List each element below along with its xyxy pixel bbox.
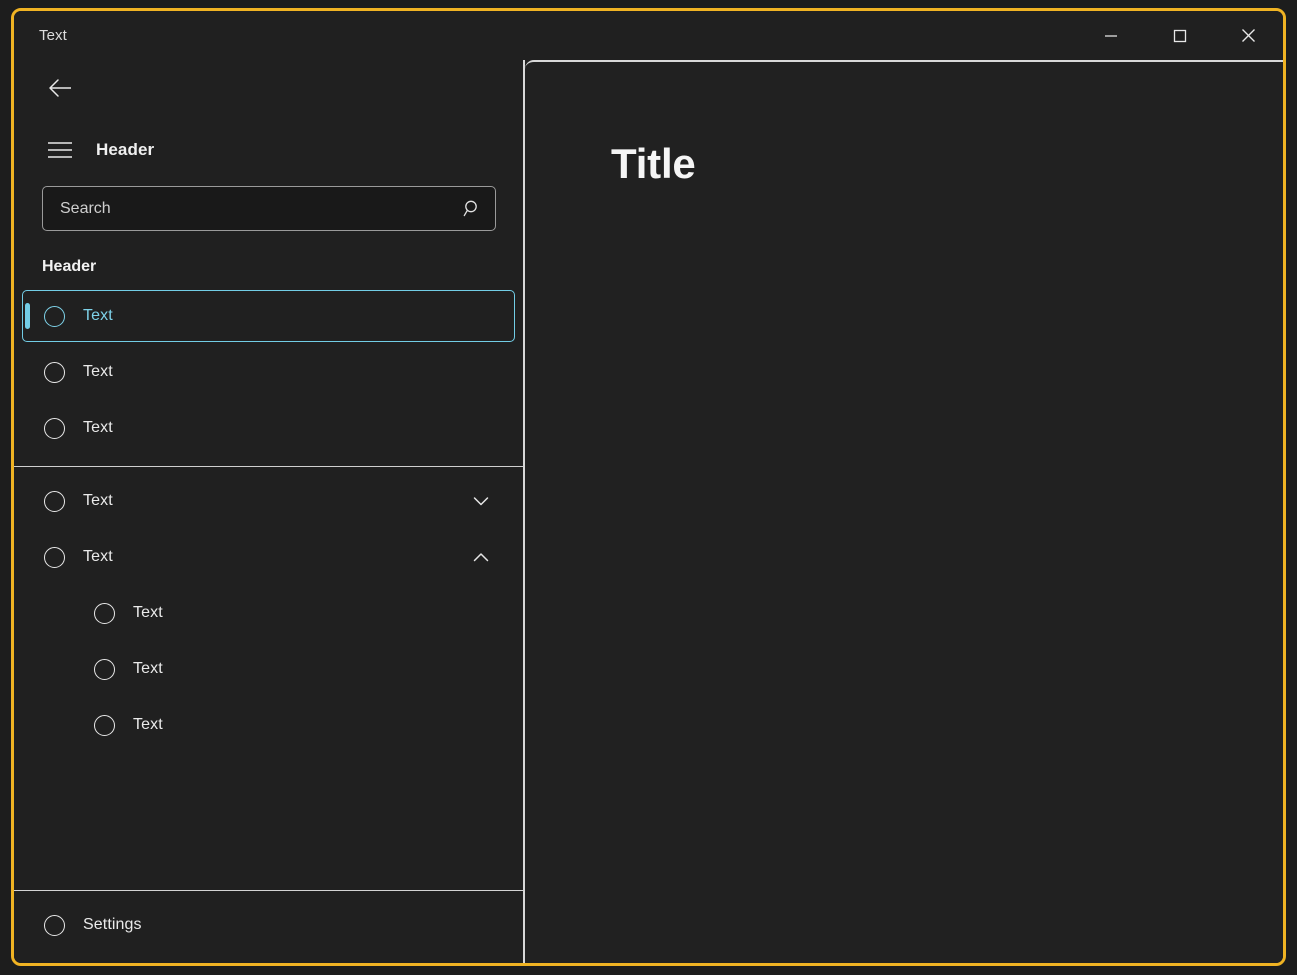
- nav-subitem-0[interactable]: Text: [22, 587, 515, 639]
- nav-item-label: Text: [83, 363, 113, 380]
- circle-icon: [44, 490, 65, 512]
- arrow-left-icon: [49, 79, 71, 97]
- nav-subitem-2[interactable]: Text: [22, 699, 515, 751]
- search-box[interactable]: [42, 186, 496, 231]
- nav-item-2[interactable]: Text: [22, 402, 515, 454]
- navigation-pane: Header Header Text: [14, 60, 525, 963]
- search-button[interactable]: [454, 191, 490, 227]
- minimize-button[interactable]: [1076, 11, 1145, 60]
- page-title: Title: [611, 140, 696, 187]
- content-pane: Title: [525, 60, 1283, 963]
- hamburger-menu-button[interactable]: [36, 130, 84, 170]
- back-button[interactable]: [36, 64, 84, 112]
- search-input[interactable]: [43, 199, 454, 218]
- nav-subitem-label: Text: [133, 716, 163, 733]
- nav-item-settings[interactable]: Settings: [22, 899, 515, 951]
- nav-footer-divider: [14, 890, 523, 891]
- nav-footer: Settings: [14, 890, 523, 963]
- maximize-button[interactable]: [1145, 11, 1214, 60]
- circle-icon: [44, 914, 65, 936]
- nav-item-label: Text: [83, 548, 113, 565]
- window-body: Header Header Text: [14, 60, 1283, 963]
- nav-subitem-1[interactable]: Text: [22, 643, 515, 695]
- nav-item-0[interactable]: Text: [22, 290, 515, 342]
- nav-subitem-label: Text: [133, 660, 163, 677]
- chevron-down-icon[interactable]: [472, 492, 490, 510]
- selection-indicator: [25, 303, 30, 329]
- title-bar: Text: [14, 11, 1283, 60]
- circle-icon: [44, 417, 65, 439]
- close-button[interactable]: [1214, 11, 1283, 60]
- nav-list: Header Text Text Text Text Text Text Tex…: [14, 231, 523, 890]
- search-icon: [463, 200, 477, 217]
- nav-item-label: Text: [83, 492, 113, 509]
- circle-icon: [44, 305, 65, 327]
- chevron-up-icon[interactable]: [472, 548, 490, 566]
- nav-subitem-label: Text: [133, 604, 163, 621]
- nav-section-divider: [14, 466, 523, 467]
- minimize-icon: [1104, 34, 1117, 37]
- nav-item-label: Text: [83, 307, 113, 324]
- nav-item-expandable-collapsed[interactable]: Text: [22, 475, 515, 527]
- circle-icon: [94, 714, 115, 736]
- nav-group-header: Header: [42, 258, 97, 275]
- window-title: Text: [39, 27, 67, 44]
- hamburger-menu-icon: [48, 142, 72, 158]
- nav-header-title: Header: [96, 140, 155, 159]
- maximize-icon: [1173, 29, 1186, 42]
- nav-header-row: Header: [14, 126, 523, 174]
- nav-item-label: Text: [83, 419, 113, 436]
- circle-icon: [94, 602, 115, 624]
- nav-item-settings-label: Settings: [83, 916, 142, 933]
- circle-icon: [94, 658, 115, 680]
- nav-item-1[interactable]: Text: [22, 346, 515, 398]
- nav-item-expandable-expanded[interactable]: Text: [22, 531, 515, 583]
- circle-icon: [44, 361, 65, 383]
- close-icon: [1242, 29, 1255, 42]
- circle-icon: [44, 546, 65, 568]
- title-bar-drag-area[interactable]: [67, 11, 1076, 60]
- app-window: Text Header Search Header Text Text Text…: [11, 8, 1286, 966]
